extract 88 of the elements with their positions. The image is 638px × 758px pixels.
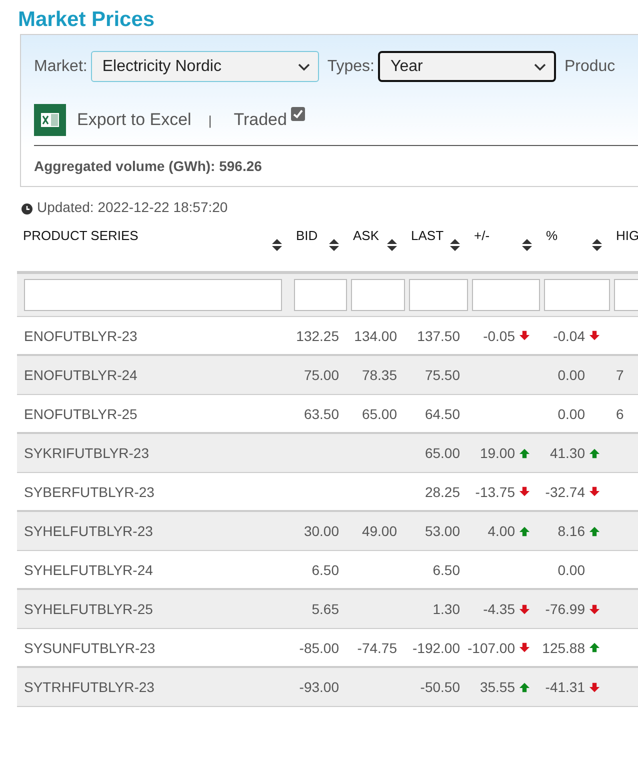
product-cell-text: SYHELFUTBLYR-23 (23, 523, 154, 539)
percent-cell: -32.74 (545, 484, 585, 500)
product-cell-text: SYHELFUTBLYR-25 (23, 601, 154, 617)
product-cell-text: SYHELFUTBLYR-24 (23, 562, 154, 578)
price-cell-text: 1.30 (432, 601, 461, 617)
product-cell-text: ENOFUTBLYR-24 (23, 367, 138, 383)
price-cell-text: 78.35 (360, 367, 398, 383)
column-header[interactable]: HIG (616, 228, 638, 243)
percent-cell: 125.88 (542, 640, 585, 656)
price-cell-text: 6.50 (432, 562, 461, 578)
column-header[interactable]: LAST (411, 228, 444, 243)
filter-input[interactable] (472, 279, 540, 311)
checkbox-label: Traded (234, 110, 287, 130)
change-cell: 4.00 (488, 523, 515, 539)
percent-cell: -41.31 (545, 679, 585, 695)
sort-icon[interactable] (592, 239, 602, 251)
percent-cell: 0.00 (558, 367, 585, 383)
product-cell-text: ENOFUTBLYR-23 (23, 328, 138, 344)
price-cell-text: 65.00 (360, 406, 398, 422)
filter-label: Market: (34, 58, 88, 76)
chevron-icon (298, 62, 310, 70)
price-cell-text: 64.50 (424, 406, 461, 422)
price-cell-text: 134.00 (353, 328, 398, 344)
column-header[interactable]: PRODUCT SERIES (23, 228, 138, 243)
sort-icon[interactable] (329, 239, 339, 251)
price-cell-text: 63.50 (302, 406, 340, 422)
product-cell-text: ENOFUTBLYR-25 (23, 406, 138, 422)
column-header[interactable]: +/- (474, 228, 490, 243)
price-cell-text: -85.00 (298, 640, 340, 656)
dropdown[interactable]: Electricity Nordic (91, 51, 320, 82)
product-cell-text: SYBERFUTBLYR-23 (23, 484, 156, 500)
filter-input[interactable] (351, 279, 405, 311)
filter-input[interactable] (544, 279, 610, 311)
filter-label: Types: (327, 58, 374, 76)
change-cell: -107.00 (468, 640, 515, 656)
change-cell: 19.00 (480, 445, 515, 461)
filter-input[interactable] (614, 279, 638, 311)
percent-cell: -76.99 (545, 601, 585, 617)
price-cell-text: 28.25 (424, 484, 461, 500)
change-cell: 35.55 (480, 679, 515, 695)
price-cell-text: 30.00 (302, 523, 340, 539)
high-cell-text: 7 (615, 367, 625, 383)
high-cell-text: 6 (615, 406, 625, 422)
price-cell-text: 5.65 (310, 601, 340, 617)
price-cell-text: -74.75 (356, 640, 398, 656)
price-cell-text: 49.00 (360, 523, 398, 539)
product-cell-text: SYKRIFUTBLYR-23 (23, 445, 150, 461)
price-cell-text: -50.50 (419, 679, 461, 695)
product-cell-text: SYTRHFUTBLYR-23 (23, 679, 156, 695)
price-cell-text: 137.50 (416, 328, 461, 344)
column-header[interactable]: ASK (353, 228, 380, 243)
price-cell-text: 53.00 (424, 523, 461, 539)
sort-icon[interactable] (522, 239, 532, 251)
sort-icon[interactable] (272, 239, 282, 251)
price-cell-text: -192.00 (412, 640, 461, 656)
updated-time: Updated: 2022-12-22 18:57:20 (37, 199, 228, 215)
filter-input[interactable] (409, 279, 468, 311)
dropdown[interactable]: Year (378, 51, 556, 82)
change-cell: -0.05 (483, 328, 515, 344)
separator: | (208, 112, 212, 128)
percent-cell: 0.00 (558, 562, 585, 578)
percent-cell: 8.16 (558, 523, 585, 539)
sort-icon[interactable] (387, 239, 397, 251)
page-title: Market Prices (18, 7, 155, 33)
percent-cell: 0.00 (558, 406, 585, 422)
aggregated-volume: Aggregated volume (GWh): 596.26 (34, 158, 262, 174)
price-cell-text: 75.00 (302, 367, 340, 383)
price-cell-text: 132.25 (295, 328, 340, 344)
spreadsheet-icon[interactable] (34, 104, 66, 136)
change-cell: -13.75 (475, 484, 515, 500)
percent-cell: 41.30 (550, 445, 585, 461)
column-header[interactable]: BID (296, 228, 318, 243)
export-link[interactable]: Export to Excel (77, 110, 192, 130)
percent-cell: -0.04 (553, 328, 585, 344)
filter-input[interactable] (294, 279, 347, 311)
sort-icon[interactable] (450, 239, 460, 251)
traded-checkbox[interactable] (290, 107, 305, 121)
price-cell-text: 6.50 (310, 562, 340, 578)
chevron-icon (534, 62, 546, 70)
change-cell: -4.35 (483, 601, 515, 617)
product-cell-text: SYSUNFUTBLYR-23 (23, 640, 156, 656)
price-cell-text: -93.00 (298, 679, 340, 695)
clock-icon (21, 203, 33, 215)
filter-label: Produc (564, 58, 616, 76)
column-header[interactable]: % (546, 228, 558, 243)
price-cell-text: 75.50 (424, 367, 461, 383)
price-cell-text: 65.00 (424, 445, 461, 461)
filter-input[interactable] (24, 279, 282, 311)
